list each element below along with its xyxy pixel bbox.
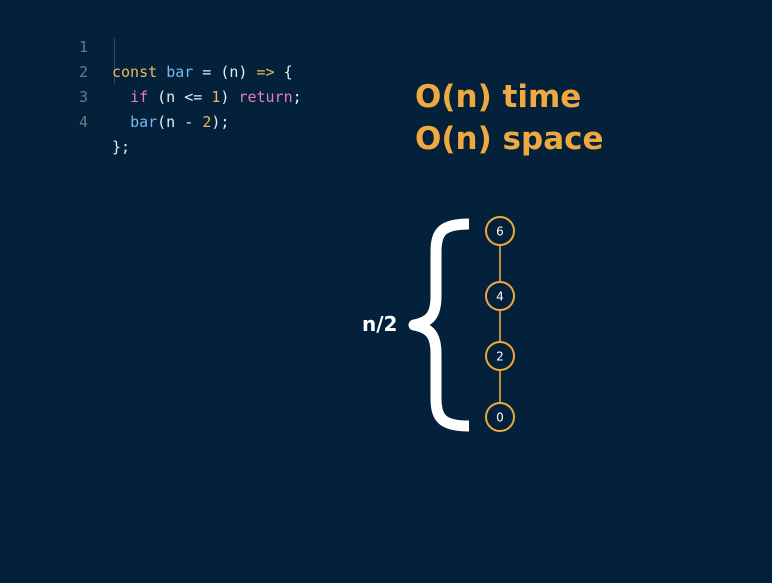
node-chain: 6 4 2 0 xyxy=(485,216,515,432)
call-stack-diagram: 6 4 2 0 xyxy=(408,216,515,432)
curly-brace xyxy=(408,218,470,432)
call-node-label: 6 xyxy=(496,225,504,239)
call-node-label: 0 xyxy=(496,411,504,425)
call-node-label: 4 xyxy=(496,290,504,304)
call-node-label: 2 xyxy=(496,350,504,364)
slide-canvas: 1 const bar = (n) => { 2 if (n <= 1) ret… xyxy=(0,0,772,583)
